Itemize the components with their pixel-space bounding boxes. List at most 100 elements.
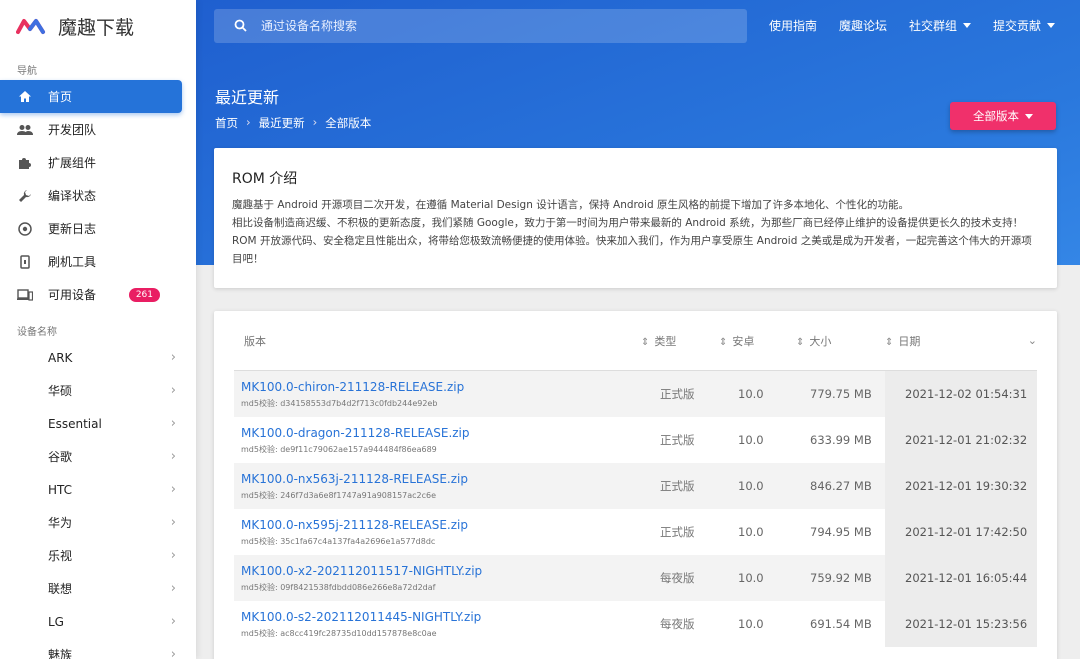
chevron-right-icon: › [170, 614, 176, 629]
md5-checksum: md5校验: 246f7d3a6e8f1747a91a908157ac2c6e [241, 490, 437, 500]
header-version[interactable]: 版本 [234, 333, 641, 349]
chevron-right-icon: › [170, 449, 176, 464]
sidebar-item-changelog[interactable]: 更新日志 [0, 212, 196, 245]
device-label: ARK [48, 350, 73, 365]
nav-link-guide[interactable]: 使用指南 [769, 17, 817, 34]
sidebar-item-label: 开发团队 [48, 123, 97, 137]
sidebar-device-item[interactable]: LG › [0, 605, 196, 638]
sidebar-device-item[interactable]: 华硕 › [0, 374, 196, 407]
search-input[interactable] [261, 19, 701, 33]
download-link[interactable]: MK100.0-nx563j-211128-RELEASE.zip [241, 472, 641, 486]
intro-paragraph: 魔趣基于 Android 开源项目二次开发，在遵循 Material Desig… [232, 199, 909, 211]
cell-version: MK100.0-nx563j-211128-RELEASE.zip md5校验: … [234, 472, 641, 501]
caret-down-icon [1047, 23, 1055, 28]
sidebar-item-label: 扩展组件 [48, 156, 97, 170]
table-row: MK100.0-chiron-211128-RELEASE.zip md5校验: … [234, 371, 1037, 417]
sidebar-item-build-status[interactable]: 编译状态 [0, 179, 196, 212]
download-link[interactable]: MK100.0-dragon-211128-RELEASE.zip [241, 426, 641, 440]
sidebar-device-item[interactable]: Essential › [0, 407, 196, 440]
brand[interactable]: 魔趣下载 [0, 0, 196, 52]
cell-type: 正式版 [660, 525, 695, 539]
download-link[interactable]: MK100.0-chiron-211128-RELEASE.zip [241, 380, 641, 394]
header-size[interactable]: ⇕ 大小 [796, 333, 885, 349]
changelog-icon [17, 221, 33, 237]
table-row: MK100.0-nx595j-211128-RELEASE.zip md5校验: … [234, 509, 1037, 555]
chevron-right-icon: › [170, 647, 176, 659]
header-label: 日期 [898, 334, 921, 348]
header-label: 版本 [244, 334, 266, 348]
sidebar-item-label: 可用设备 [48, 288, 97, 302]
sort-icon: ⇕ [719, 336, 728, 348]
all-versions-button[interactable]: 全部版本 [950, 102, 1056, 130]
device-label: 乐视 [48, 549, 73, 563]
download-link[interactable]: MK100.0-x2-202112011517-NIGHTLY.zip [241, 564, 641, 578]
breadcrumb-home[interactable]: 首页 [215, 115, 238, 131]
sidebar-item-devices[interactable]: 可用设备 261 [0, 278, 196, 311]
header-android[interactable]: ⇕ 安卓 [719, 333, 796, 349]
device-label: HTC [48, 482, 73, 497]
table-row: MK100.0-dragon-211128-RELEASE.zip md5校验: … [234, 417, 1037, 463]
releases-table: 版本 ⇕ 类型 ⇕ 安卓 ⇕ 大小 ⇕ 日期 ⌄ MK100.0-chiron-21112… [214, 311, 1057, 659]
search-icon [234, 17, 247, 36]
cell-date: 2021-12-01 17:42:50 [885, 509, 1037, 555]
nav-dropdown-social[interactable]: 社交群组 [909, 17, 971, 34]
device-label: 华为 [48, 516, 73, 530]
rom-intro-card: ROM 介绍 魔趣基于 Android 开源项目二次开发，在遵循 Materia… [214, 148, 1057, 288]
sidebar-device-item[interactable]: 魅族 › [0, 638, 196, 659]
device-label: Essential [48, 416, 102, 431]
download-link[interactable]: MK100.0-nx595j-211128-RELEASE.zip [241, 518, 641, 532]
cell-type: 正式版 [660, 433, 695, 447]
sort-icon: ⇕ [796, 336, 805, 348]
devices-icon [17, 287, 33, 303]
devices-section-label: 设备名称 [17, 327, 57, 338]
cell-android: 10.0 [738, 617, 764, 631]
breadcrumb-current: 全部版本 [325, 116, 372, 130]
download-link[interactable]: MK100.0-s2-202112011445-NIGHTLY.zip [241, 610, 641, 624]
sidebar-device-item[interactable]: 联想 › [0, 572, 196, 605]
breadcrumb-recent[interactable]: 最近更新 [259, 115, 305, 131]
caret-down-icon [962, 23, 971, 28]
sidebar-device-item[interactable]: ARK › [0, 341, 196, 374]
people-icon [17, 122, 33, 138]
sidebar-device-item[interactable]: HTC › [0, 473, 196, 506]
sidebar-item-label: 更新日志 [48, 222, 97, 236]
cell-android: 10.0 [738, 433, 764, 447]
sidebar-item-label: 编译状态 [48, 189, 97, 203]
search-bar[interactable] [214, 9, 747, 43]
header-type[interactable]: ⇕ 类型 [641, 333, 719, 349]
device-list: ARK › 华硕 › Essential › 谷歌 › HTC › 华为 › 乐视 › 联想 › LG › 魅族 › [0, 341, 196, 659]
header-date[interactable]: ⇕ 日期 ⌄ [885, 311, 1037, 370]
chevron-right-icon: › [170, 515, 176, 530]
cell-date: 2021-12-01 16:05:44 [885, 555, 1037, 601]
nav-link-forum[interactable]: 魔趣论坛 [839, 17, 887, 34]
nav-section-label: 导航 [17, 66, 37, 77]
main-content: 使用指南 魔趣论坛 社交群组 提交贡献 最近更新 首页 › 最近更新 › 全部版… [196, 0, 1080, 659]
chevron-right-icon: › [170, 482, 176, 497]
intro-paragraph: ROM 开放源代码、安全稳定且性能出众，将带给您极致流畅便捷的使用体验。快来加入… [232, 235, 1032, 265]
intro-title: ROM 介绍 [232, 171, 298, 187]
cell-version: MK100.0-s2-202112011445-NIGHTLY.zip md5校验… [234, 610, 641, 639]
sidebar-device-item[interactable]: 谷歌 › [0, 440, 196, 473]
md5-checksum: md5校验: 09f8421538fdbdd086e266e8a72d2daf [241, 582, 436, 592]
sidebar-device-item[interactable]: 乐视 › [0, 539, 196, 572]
sidebar-item-flash-tools[interactable]: 刷机工具 [0, 245, 196, 278]
header-label: 类型 [654, 334, 677, 348]
chevron-right-icon: › [170, 416, 176, 431]
all-versions-label: 全部版本 [973, 109, 1019, 123]
chevron-right-icon: › [170, 350, 176, 365]
sidebar-device-item[interactable]: 华为 › [0, 506, 196, 539]
app-root: 魔趣下载 导航 首页 开发团队 扩展组件 编译状态 更新日志 刷机工具 可用设备… [0, 0, 1080, 659]
sidebar-item-extensions[interactable]: 扩展组件 [0, 146, 196, 179]
md5-checksum: md5校验: 35c1fa67c4a137fa4a2696e1a577d8dc [241, 536, 436, 546]
md5-checksum: md5校验: de9f11c79062ae157a944484f86ea689 [241, 444, 437, 454]
sort-icon: ⇕ [885, 336, 894, 348]
sidebar-item-team[interactable]: 开发团队 [0, 113, 196, 146]
nav-dropdown-label: 社交群组 [908, 19, 957, 33]
table-row: MK100.0-s2-202112011445-NIGHTLY.zip md5校验… [234, 601, 1037, 647]
nav-dropdown-contribute[interactable]: 提交贡献 [993, 17, 1055, 34]
sidebar-item-home[interactable]: 首页 [0, 80, 182, 113]
cell-android: 10.0 [738, 387, 764, 401]
wrench-icon [17, 188, 33, 204]
table-body: MK100.0-chiron-211128-RELEASE.zip md5校验: … [234, 371, 1037, 647]
sort-icon: ⇕ [641, 336, 650, 348]
